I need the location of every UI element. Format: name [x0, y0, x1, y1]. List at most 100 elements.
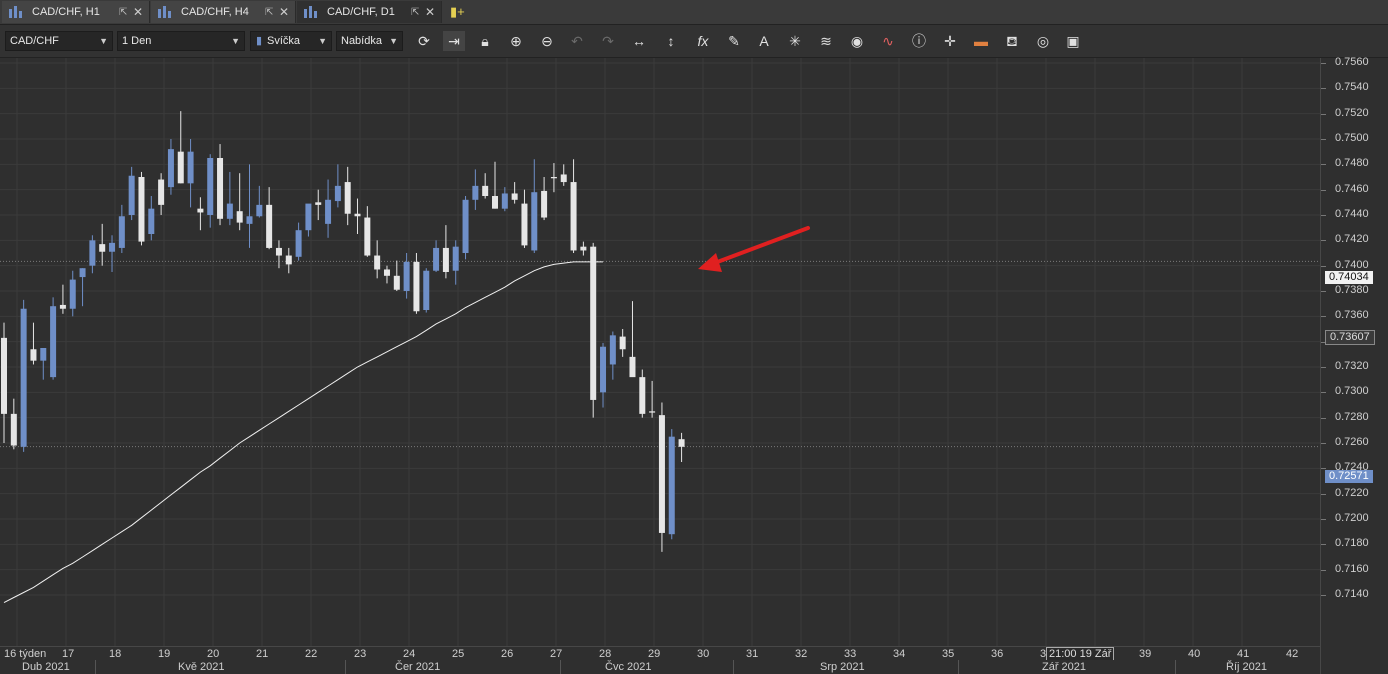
candle-body — [246, 216, 253, 224]
week-tick-label: 19 — [158, 648, 171, 660]
theme-icon[interactable]: ▬ — [970, 31, 992, 51]
lock-icon[interactable]: 🔒︎ — [474, 31, 496, 51]
price-tick-label: 0.7520 — [1321, 106, 1369, 119]
candle-body — [492, 196, 498, 209]
refresh-icon[interactable]: ⟳ — [413, 31, 435, 51]
pattern-icon[interactable]: ✳ — [784, 31, 806, 51]
price-side-value: Nabídka — [341, 35, 382, 47]
price-side-select[interactable]: Nabídka ▼ — [336, 31, 403, 51]
month-separator — [958, 660, 959, 674]
vertical-stretch-icon[interactable]: ↕ — [660, 31, 682, 51]
camera-icon[interactable]: ◎ — [1032, 31, 1054, 51]
week-tick-label: 18 — [109, 648, 122, 660]
chart-tab-bar: CAD/CHF, H1 ⇱ ✕ CAD/CHF, H4 ⇱ ✕ CAD/CHF,… — [0, 0, 1388, 25]
week-tick-label: 28 — [599, 648, 612, 660]
price-tick-label: 0.7500 — [1321, 132, 1369, 144]
close-icon[interactable]: ✕ — [425, 5, 437, 19]
candle-body — [472, 185, 479, 200]
popout-icon[interactable]: ⇱ — [411, 7, 421, 18]
candle-body — [40, 348, 47, 361]
price-tick-label: 0.7200 — [1321, 512, 1369, 524]
week-axis[interactable]: 16 týden 17 18 19 20 21 22 23 24 25 26 27 28 29 30 31 32… — [0, 646, 1320, 661]
close-icon[interactable]: ✕ — [133, 5, 145, 19]
candle-body — [511, 193, 518, 200]
candle-body — [629, 356, 636, 378]
undo-icon[interactable]: ↶ — [566, 31, 588, 51]
candle-body — [50, 306, 57, 378]
chart-type-select[interactable]: ▮ Svíčka ▼ — [250, 31, 332, 51]
candle-body — [462, 199, 469, 253]
price-tick-label: 0.7420 — [1321, 233, 1369, 246]
candle-body — [30, 349, 37, 361]
zoom-out-icon[interactable]: ⊖ — [536, 31, 558, 51]
zoom-in-icon[interactable]: ⊕ — [505, 31, 527, 51]
candle-body — [236, 211, 243, 223]
new-chart-icon[interactable]: ▮+ — [450, 4, 466, 20]
candle-body — [285, 255, 292, 265]
week-tick-label: 23 — [354, 648, 367, 660]
week-tick-label: 40 — [1188, 648, 1201, 660]
price-axis[interactable]: 0.7560 0.7540 0.7520 0.7500 0.7480 0.7460 0.74… — [1320, 56, 1388, 674]
candle-body — [344, 182, 351, 214]
close-icon[interactable]: ✕ — [279, 5, 291, 19]
week-tick-label: 34 — [893, 648, 906, 660]
month-tick-label: Čer 2021 — [395, 661, 441, 673]
chevron-down-icon: ▼ — [318, 36, 327, 46]
month-tick-label: Dub 2021 — [22, 661, 70, 673]
candle-body — [177, 151, 184, 184]
candle-body — [560, 174, 567, 183]
tab-label: CAD/CHF, H1 — [32, 6, 100, 18]
level-price-tag: 0.73607 — [1325, 330, 1375, 345]
month-separator — [1175, 660, 1176, 674]
price-tick-label: 0.7400 — [1321, 258, 1369, 271]
info-icon[interactable]: ⓘ — [908, 31, 930, 51]
candle-body — [393, 275, 400, 290]
popout-icon[interactable]: ⇱ — [265, 7, 275, 18]
indicator-fx-icon[interactable]: fx — [692, 31, 714, 51]
alert-icon[interactable]: ∿ — [877, 31, 899, 51]
period-select[interactable]: 1 Den ▼ — [117, 31, 245, 51]
candle-body — [364, 217, 371, 256]
candle-body — [207, 158, 214, 215]
tab-cadchf-d1[interactable]: CAD/CHF, D1 ⇱ ✕ — [297, 1, 442, 23]
price-tick-label: 0.7540 — [1321, 81, 1369, 94]
fill-icon[interactable]: ⛾ — [1001, 31, 1023, 51]
month-tick-label: Říj 2021 — [1226, 661, 1267, 673]
week-tick-label: 30 — [697, 648, 710, 660]
layers-icon[interactable]: ≋ — [815, 31, 837, 51]
price-tick-label: 0.7460 — [1321, 182, 1369, 195]
tab-cadchf-h4[interactable]: CAD/CHF, H4 ⇱ ✕ — [151, 1, 296, 23]
week-tick-label: 24 — [403, 648, 416, 660]
candle-body — [649, 411, 656, 413]
price-tick-label: 0.7300 — [1321, 385, 1369, 398]
symbol-select[interactable]: CAD/CHF ▼ — [5, 31, 113, 51]
chart-area: 0.7560 0.7540 0.7520 0.7500 0.7480 0.7460 0.74… — [0, 56, 1388, 674]
tab-cadchf-h1[interactable]: CAD/CHF, H1 ⇱ ✕ — [2, 1, 150, 23]
week-tick-label: 25 — [452, 648, 465, 660]
candle-body — [658, 415, 665, 533]
candle-body — [158, 179, 165, 205]
candle-body — [197, 208, 204, 213]
redo-icon[interactable]: ↷ — [597, 31, 619, 51]
autoscroll-icon[interactable]: ⇥ — [443, 31, 465, 51]
candle-body — [138, 177, 145, 242]
text-icon[interactable]: A — [753, 31, 775, 51]
eye-icon[interactable]: ◉ — [846, 31, 868, 51]
ma-price-tag: 0.74034 — [1325, 271, 1373, 284]
candle-body — [423, 270, 430, 310]
candle-body — [59, 304, 66, 309]
save-icon[interactable]: ▣ — [1062, 31, 1084, 51]
horizontal-stretch-icon[interactable]: ↔ — [628, 31, 650, 51]
pencil-icon[interactable]: ✎ — [723, 31, 745, 51]
month-axis[interactable]: Dub 2021 Kvě 2021 Čer 2021 Čvc 2021 Srp 2021… — [0, 660, 1320, 674]
candle-body — [600, 346, 607, 393]
price-plot[interactable] — [0, 58, 1320, 646]
candle-body — [678, 439, 685, 447]
candle-body — [433, 247, 440, 271]
moving-average-line — [3, 261, 603, 604]
candle-body — [619, 336, 626, 350]
price-tick-label: 0.7180 — [1321, 537, 1369, 550]
candle-body — [325, 199, 332, 224]
popout-icon[interactable]: ⇱ — [119, 7, 129, 18]
crosshair-icon[interactable]: ✛ — [939, 31, 961, 51]
